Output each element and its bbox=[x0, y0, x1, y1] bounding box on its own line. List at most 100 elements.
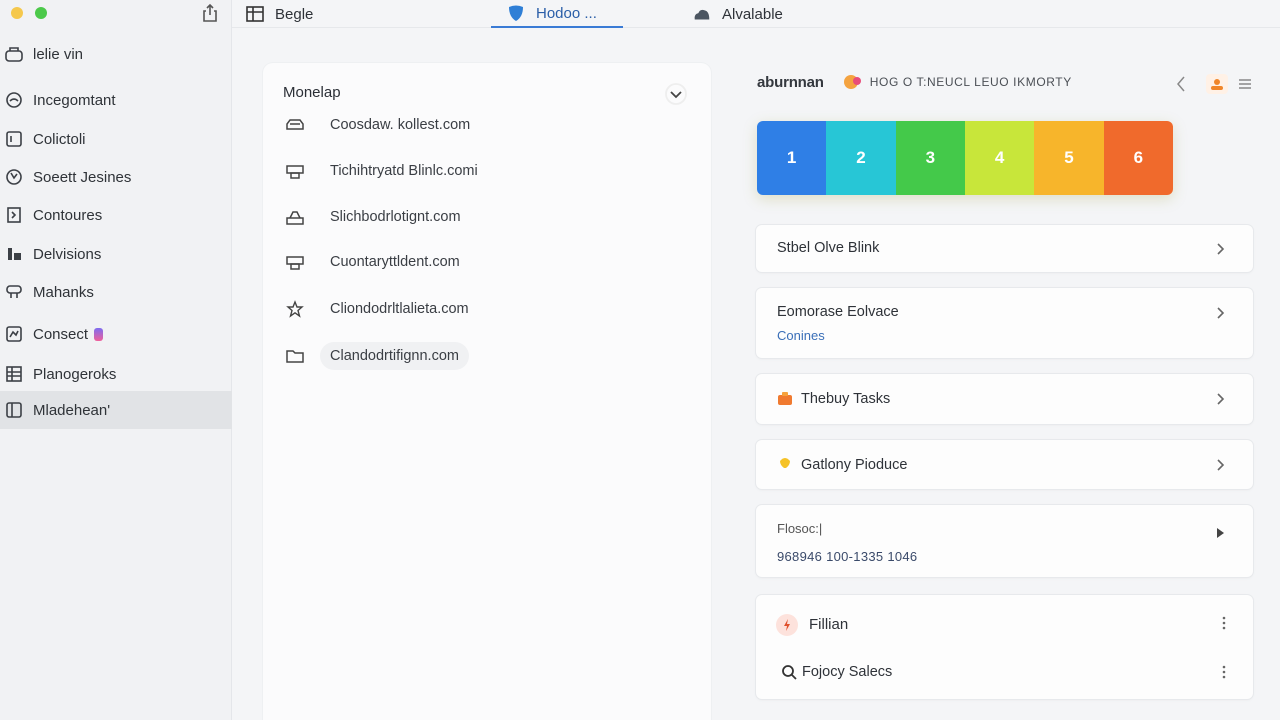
sidebar-item-label: Mahanks bbox=[33, 283, 94, 301]
sidebar-item-mahanks[interactable]: Mahanks bbox=[0, 273, 232, 311]
window-controls bbox=[11, 7, 47, 19]
play-icon[interactable] bbox=[1213, 526, 1227, 540]
link-icon bbox=[4, 282, 24, 302]
tab-hodoo[interactable]: Hodoo ... bbox=[491, 0, 623, 28]
sidebar-item-label: Contoures bbox=[33, 206, 103, 224]
minimize-button[interactable] bbox=[11, 7, 23, 19]
chevron-right-icon bbox=[1217, 459, 1225, 471]
star-icon bbox=[283, 299, 307, 319]
link-item[interactable]: Coosdaw. kollest.com bbox=[283, 110, 503, 140]
card-stbel-olve-blink[interactable]: Stbel Olve Blink bbox=[756, 225, 1253, 272]
share-icon[interactable] bbox=[200, 3, 220, 23]
chevron-right-icon bbox=[1217, 307, 1225, 319]
sidebar-item-label: Delvisions bbox=[33, 245, 102, 263]
status-dot-icon bbox=[843, 75, 861, 89]
chevron-down-icon[interactable] bbox=[665, 83, 687, 105]
card-thebuy-tasks[interactable]: Thebuy Tasks bbox=[756, 374, 1253, 424]
link-item[interactable]: Cliondodrltlalieta.com bbox=[283, 294, 503, 324]
tagline: HOG O T:NEUCL LEUO IKMORTY bbox=[869, 75, 1072, 89]
card-fillian: Fillian Fojocy Salecs bbox=[756, 595, 1253, 699]
sidebar-item-colictoli[interactable]: Colictoli bbox=[0, 120, 232, 158]
recycle-icon bbox=[4, 167, 24, 187]
link-text: Tichihtryatd Blinlc.comi bbox=[330, 163, 478, 179]
panel-title: Monelap bbox=[283, 84, 341, 101]
search-icon bbox=[782, 665, 797, 680]
tray-icon bbox=[283, 207, 307, 227]
sidebar-item-mladehean[interactable]: Mladehean' bbox=[0, 391, 232, 429]
tile-3[interactable]: 3 bbox=[895, 121, 965, 195]
link-text: Clandodrtifignn.com bbox=[320, 342, 469, 370]
bracket-icon bbox=[4, 205, 24, 225]
chart-icon bbox=[4, 324, 24, 344]
sidebar-item-label: Colictoli bbox=[33, 130, 86, 148]
menu-icon[interactable] bbox=[1237, 74, 1253, 94]
tile-2[interactable]: 2 bbox=[826, 121, 896, 195]
card-value: 968946 100-1335 1046 bbox=[777, 549, 918, 564]
card-label: Eomorase Eolvace bbox=[777, 304, 899, 320]
card-label: Gatlony Pioduce bbox=[801, 457, 908, 473]
sidebar-item-soeett-jesines[interactable]: Soeett Jesines bbox=[0, 158, 232, 196]
bulb-icon bbox=[780, 458, 790, 468]
sidebar-item-planogeroks[interactable]: Planogeroks bbox=[0, 355, 232, 393]
link-text: Coosdaw. kollest.com bbox=[330, 117, 471, 133]
sidebar-item-contoures[interactable]: Contoures bbox=[0, 196, 232, 234]
link-item[interactable]: Clandodrtifignn.com bbox=[283, 341, 503, 371]
book-icon bbox=[4, 400, 24, 420]
profile-icon[interactable] bbox=[1206, 74, 1228, 94]
sidebar-item-label: Planogeroks bbox=[33, 365, 117, 383]
card-gatlony-pioduce[interactable]: Gatlony Pioduce bbox=[756, 440, 1253, 489]
grid-icon bbox=[4, 364, 24, 384]
sidebar-item-label: Mladehean' bbox=[33, 401, 111, 419]
car-icon bbox=[283, 115, 307, 135]
sidebar-item-label: Incegomtant bbox=[33, 91, 116, 109]
panel-icon bbox=[4, 129, 24, 149]
tab-begle[interactable]: Begle bbox=[245, 0, 313, 28]
card-label: Flosoc:| bbox=[777, 521, 823, 536]
link-item[interactable]: Slichbodrlotignt.com bbox=[283, 202, 503, 232]
circle-icon bbox=[4, 90, 24, 110]
sidebar-item-lelie-vin[interactable]: lelie vin bbox=[0, 35, 232, 73]
number-tiles: 1 2 3 4 5 6 bbox=[757, 121, 1173, 195]
sidebar-item-consect[interactable]: Consect bbox=[0, 315, 232, 353]
shield-icon bbox=[506, 4, 526, 22]
tile-1[interactable]: 1 bbox=[757, 121, 827, 195]
link-text: Slichbodrlotignt.com bbox=[330, 209, 461, 225]
bag-icon bbox=[778, 392, 792, 405]
sidebar-item-label: lelie vin bbox=[33, 45, 84, 63]
chevron-right-icon bbox=[1217, 243, 1225, 255]
more-vertical-icon[interactable] bbox=[1221, 616, 1227, 630]
folder-icon bbox=[283, 346, 307, 366]
table-icon bbox=[245, 5, 265, 23]
more-vertical-icon[interactable] bbox=[1221, 665, 1227, 679]
link-item[interactable]: Cuontaryttldent.com bbox=[283, 247, 503, 277]
card-label: Thebuy Tasks bbox=[801, 391, 891, 407]
cloud-icon bbox=[692, 5, 712, 23]
tile-6[interactable]: 6 bbox=[1103, 121, 1173, 195]
link-text: Cuontaryttldent.com bbox=[330, 254, 460, 270]
card-row-label: Fojocy Salecs bbox=[802, 664, 893, 680]
card-row-label: Fillian bbox=[809, 616, 849, 633]
card-sublink[interactable]: Conines bbox=[777, 328, 825, 343]
printer-icon bbox=[283, 252, 307, 272]
card-flosoc[interactable]: Flosoc:| 968946 100-1335 1046 bbox=[756, 505, 1253, 577]
brand-name: aburnnan bbox=[757, 73, 824, 91]
sidebar-item-label: Soeett Jesines bbox=[33, 168, 132, 186]
tile-4[interactable]: 4 bbox=[964, 121, 1035, 195]
links-panel: Monelap Coosdaw. kollest.com Tichihtryat… bbox=[263, 63, 711, 720]
sidebar-item-label: Consect bbox=[33, 325, 89, 343]
tab-label: Begle bbox=[275, 5, 314, 23]
printer-icon bbox=[283, 161, 307, 181]
maximize-button[interactable] bbox=[35, 7, 47, 19]
notification-badge bbox=[94, 327, 104, 341]
tile-5[interactable]: 5 bbox=[1034, 121, 1104, 195]
link-item[interactable]: Tichihtryatd Blinlc.comi bbox=[283, 156, 503, 186]
chevron-right-icon bbox=[1217, 393, 1225, 405]
sidebar-item-incegomtant[interactable]: Incegomtant bbox=[0, 81, 232, 119]
tab-alvalable[interactable]: Alvalable bbox=[692, 0, 783, 28]
back-arrow-icon[interactable] bbox=[1172, 74, 1192, 94]
top-bar: Begle Hodoo ... Alvalable bbox=[232, 0, 1280, 28]
sidebar-item-delvisions[interactable]: Delvisions bbox=[0, 235, 232, 273]
card-eomorase-eolvace[interactable]: Eomorase Eolvace Conines bbox=[756, 288, 1253, 358]
card-label: Stbel Olve Blink bbox=[777, 240, 880, 256]
tab-label: Alvalable bbox=[722, 5, 783, 23]
